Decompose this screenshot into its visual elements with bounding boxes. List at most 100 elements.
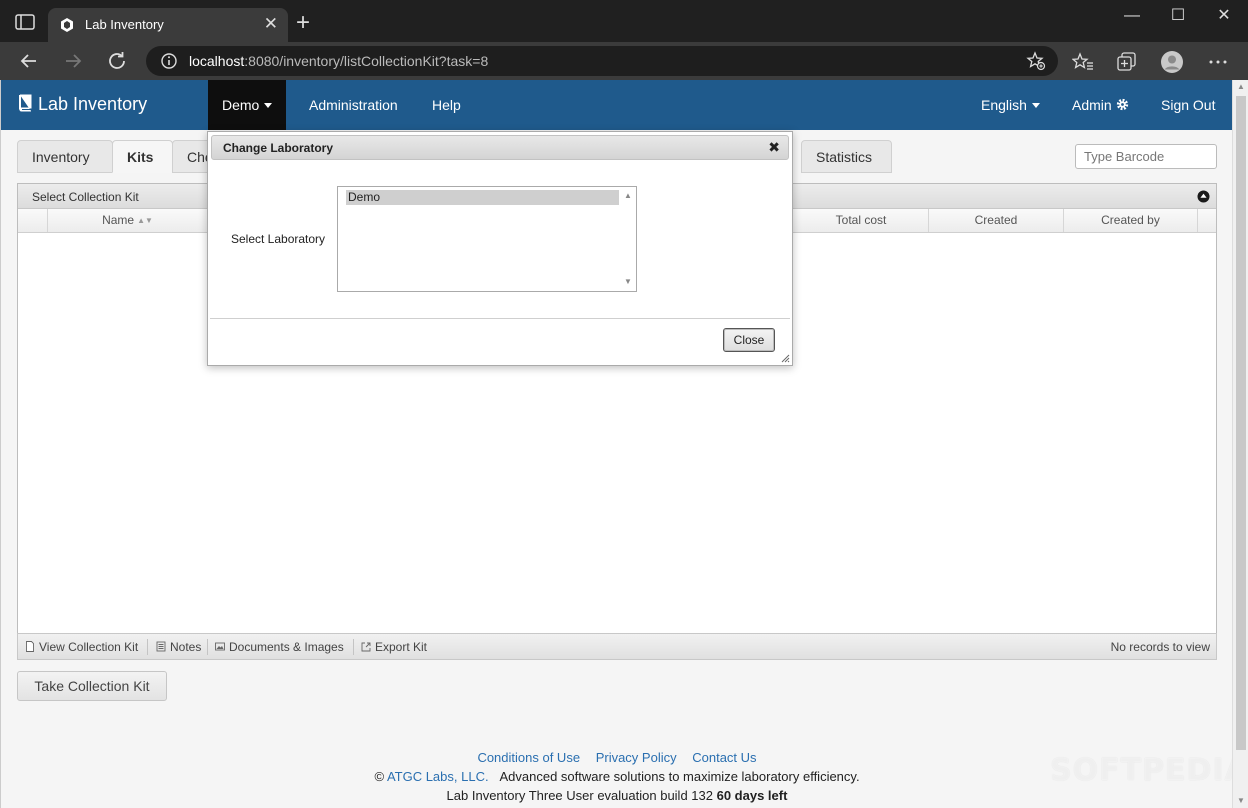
dialog-titlebar[interactable]: Change Laboratory ✖ — [211, 135, 789, 160]
add-favorite-icon[interactable] — [1026, 51, 1046, 71]
tab-kits[interactable]: Kits — [112, 140, 173, 173]
footer-build: Lab Inventory Three User evaluation buil… — [1, 788, 1233, 807]
laboratory-listbox[interactable]: Demo ▲ ▼ — [337, 186, 637, 292]
tab-inventory[interactable]: Inventory — [17, 140, 113, 173]
documents-images-button[interactable]: Documents & Images — [215, 640, 344, 654]
browser-toolbar: localhost:8080/inventory/listCollectionK… — [0, 42, 1248, 80]
book-icon — [19, 94, 32, 112]
records-info: No records to view — [1110, 640, 1210, 654]
view-collection-kit-button[interactable]: View Collection Kit — [25, 640, 138, 654]
laboratory-option[interactable]: Demo — [346, 190, 619, 205]
site-info-icon[interactable] — [160, 52, 178, 70]
maximize-icon[interactable]: ☐ — [1155, 4, 1201, 28]
resize-handle-icon[interactable] — [780, 353, 790, 363]
days-left: 60 days left — [716, 788, 788, 803]
take-collection-kit-button[interactable]: Take Collection Kit — [17, 671, 167, 701]
language-menu[interactable]: English — [967, 80, 1054, 130]
top-navbar: Lab Inventory Demo Administration Help E… — [1, 80, 1233, 130]
grid-caption-title: Select Collection Kit — [32, 190, 139, 204]
close-button[interactable]: Close — [723, 328, 775, 352]
scroll-down-icon[interactable]: ▼ — [624, 277, 632, 286]
column-name-label: Name — [102, 213, 135, 227]
lab-menu-label: Demo — [222, 97, 260, 113]
brand-title: Lab Inventory — [38, 94, 148, 114]
pager-separator — [147, 639, 148, 655]
scroll-thumb[interactable] — [1236, 96, 1246, 750]
new-tab-icon[interactable]: + — [296, 11, 310, 35]
column-total-cost[interactable]: Total cost — [794, 209, 929, 232]
minimize-icon[interactable]: — — [1109, 4, 1155, 28]
build-info: Lab Inventory Three User evaluation buil… — [446, 788, 713, 803]
column-name[interactable]: Name ▲▼ — [48, 209, 208, 232]
language-label: English — [981, 97, 1027, 113]
notes-label: Notes — [170, 640, 202, 654]
change-laboratory-dialog: Change Laboratory ✖ Select Laboratory De… — [207, 131, 793, 366]
notes-icon — [156, 641, 166, 652]
watermark: SOFTPEDIA — [1050, 753, 1248, 788]
browser-tab-lab-inventory[interactable]: Lab Inventory ✕ — [48, 8, 288, 42]
select-laboratory-label: Select Laboratory — [231, 232, 326, 246]
collapse-grid-icon[interactable] — [1197, 190, 1210, 203]
image-icon — [215, 642, 225, 651]
browser-tab-title: Lab Inventory — [85, 17, 164, 32]
tab-statistics[interactable]: Statistics — [801, 140, 892, 173]
lab-menu[interactable]: Demo — [208, 80, 287, 130]
collections-icon[interactable] — [1116, 51, 1138, 73]
close-icon[interactable]: ✖ — [768, 139, 780, 156]
browser-titlebar: Lab Inventory ✕ + — ☐ ✕ — [0, 0, 1248, 42]
sign-out-link[interactable]: Sign Out — [1147, 80, 1229, 130]
listbox-scrollbar[interactable]: ▲ ▼ — [620, 187, 636, 291]
column-created[interactable]: Created — [929, 209, 1064, 232]
scroll-down-icon[interactable]: ▼ — [1233, 794, 1248, 808]
grid-pager: View Collection Kit Notes Documents & Im… — [17, 633, 1217, 660]
documents-images-label: Documents & Images — [229, 640, 344, 654]
back-icon[interactable] — [17, 49, 41, 73]
nav-administration[interactable]: Administration — [295, 80, 412, 130]
url-text: localhost:8080/inventory/listCollectionK… — [189, 53, 488, 69]
atgc-labs-link[interactable]: ATGC Labs, LLC. — [387, 769, 489, 784]
close-window-icon[interactable]: ✕ — [1201, 4, 1247, 28]
pager-separator — [353, 639, 354, 655]
nav-help[interactable]: Help — [418, 80, 475, 130]
column-rownum — [18, 209, 48, 232]
caret-down-icon — [264, 103, 273, 108]
close-tab-icon[interactable]: ✕ — [264, 14, 278, 34]
page-scrollbar[interactable]: ▲ ▼ — [1232, 80, 1248, 808]
footer-copyright: © ATGC Labs, LLC. Advanced software solu… — [1, 769, 1233, 788]
contact-us-link[interactable]: Contact Us — [692, 750, 756, 765]
admin-menu[interactable]: Admin — [1058, 80, 1143, 130]
export-kit-button[interactable]: Export Kit — [361, 640, 427, 654]
profile-avatar-icon[interactable] — [1161, 51, 1183, 73]
document-icon — [26, 641, 34, 652]
brand-link[interactable]: Lab Inventory — [17, 94, 147, 115]
admin-label: Admin — [1072, 97, 1112, 113]
url-path: :8080/inventory/listCollectionKit?task=8 — [244, 53, 489, 69]
favorites-icon[interactable] — [1072, 51, 1094, 73]
gear-icon — [1116, 98, 1128, 111]
column-created-by[interactable]: Created by — [1064, 209, 1198, 232]
export-kit-label: Export Kit — [375, 640, 428, 654]
dialog-separator — [210, 318, 790, 319]
notes-button[interactable]: Notes — [156, 640, 201, 654]
sort-icon: ▲▼ — [137, 216, 153, 225]
copyright-symbol: © — [374, 769, 385, 784]
export-icon — [361, 642, 371, 652]
caret-down-icon — [1031, 103, 1040, 108]
scroll-up-icon[interactable]: ▲ — [624, 191, 632, 200]
pager-separator — [207, 639, 208, 655]
tab-actions-icon[interactable] — [14, 13, 36, 31]
footer-tagline: Advanced software solutions to maximize … — [499, 769, 860, 784]
dialog-title: Change Laboratory — [223, 141, 334, 155]
view-collection-kit-label: View Collection Kit — [39, 640, 139, 654]
url-host: localhost — [189, 53, 245, 69]
privacy-policy-link[interactable]: Privacy Policy — [596, 750, 677, 765]
address-bar[interactable]: localhost:8080/inventory/listCollectionK… — [146, 46, 1058, 76]
barcode-input[interactable] — [1075, 144, 1217, 169]
refresh-icon[interactable] — [105, 49, 129, 73]
more-menu-icon[interactable] — [1207, 51, 1229, 73]
conditions-of-use-link[interactable]: Conditions of Use — [477, 750, 580, 765]
forward-icon[interactable] — [61, 49, 85, 73]
footer-links: Conditions of Use Privacy Policy Contact… — [1, 750, 1233, 769]
page-footer: Conditions of Use Privacy Policy Contact… — [1, 750, 1233, 807]
scroll-up-icon[interactable]: ▲ — [1233, 80, 1248, 94]
